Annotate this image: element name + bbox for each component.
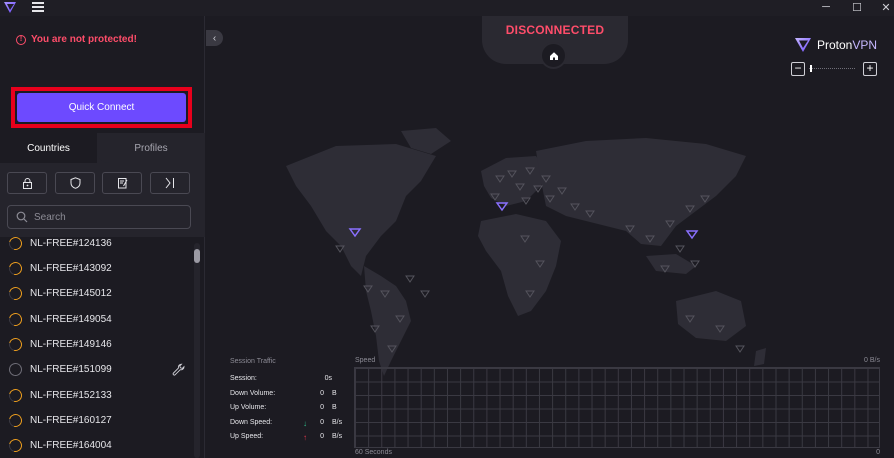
zoom-slider-thumb[interactable]	[810, 65, 812, 72]
zoom-out-button[interactable]: −	[791, 62, 805, 76]
chevron-left-icon: ‹	[212, 32, 217, 44]
split-tunnel-filter-button[interactable]	[150, 172, 190, 194]
up-arrow-icon: ↑	[303, 433, 307, 442]
server-name: NL-FREE#124136	[30, 238, 112, 249]
server-name: NL-FREE#152133	[30, 390, 112, 401]
traffic-unit: B/s	[332, 419, 343, 426]
traffic-unit: B	[332, 390, 337, 397]
tab-countries[interactable]: Countries	[0, 133, 97, 163]
server-row[interactable]: NL-FREE#124136	[0, 231, 193, 256]
traffic-label: Down Speed:	[230, 419, 273, 426]
traffic-unit: B	[332, 404, 337, 411]
wrench-icon	[172, 363, 185, 376]
scrollbar-thumb[interactable]	[194, 249, 200, 263]
server-load-icon	[6, 360, 25, 379]
server-name: NL-FREE#149054	[30, 314, 112, 325]
server-row[interactable]: NL-FREE#143092	[0, 256, 193, 281]
server-load-icon	[6, 284, 25, 303]
home-button[interactable]	[540, 42, 567, 69]
server-name: NL-FREE#151099	[30, 364, 112, 375]
tab-bar: Countries Profiles	[0, 133, 205, 163]
server-load-icon	[6, 259, 25, 278]
warning-text: You are not protected!	[31, 34, 137, 45]
world-map[interactable]	[246, 126, 806, 386]
brand: ProtonVPN	[794, 37, 877, 53]
server-list-scrollbar[interactable]	[194, 243, 200, 458]
server-load-icon	[6, 310, 25, 329]
speed-chart-axis-left: 60 Seconds	[355, 449, 392, 456]
filter-bar	[0, 163, 205, 203]
down-arrow-icon: ↓	[303, 419, 307, 428]
server-row[interactable]: NL-FREE#149146	[0, 332, 193, 357]
protonvpn-logo-icon	[795, 38, 811, 52]
traffic-row-up-volume: Up Volume: 0 B	[230, 404, 350, 416]
speed-chart-grid	[354, 367, 880, 448]
maximize-button[interactable]: ☐	[843, 0, 871, 14]
traffic-value: 0	[320, 433, 324, 440]
server-name: NL-FREE#149146	[30, 339, 112, 350]
netshield-filter-button[interactable]	[55, 172, 95, 194]
server-list: NL-FREE#124136 NL-FREE#143092 NL-FREE#14…	[0, 226, 193, 458]
protection-warning: ! You are not protected!	[16, 34, 137, 45]
server-load-icon	[6, 335, 25, 354]
search-icon	[16, 211, 28, 223]
tab-profiles[interactable]: Profiles	[97, 133, 205, 163]
traffic-row-up-speed: Up Speed: ↑ 0 B/s	[230, 433, 350, 445]
map-view: ‹ DISCONNECTED ProtonVPN − + Session Tra…	[206, 16, 894, 458]
server-name: NL-FREE#160127	[30, 415, 112, 426]
minimize-button[interactable]: ─	[812, 0, 840, 14]
traffic-value: 0s	[324, 375, 332, 382]
traffic-label: Session:	[230, 375, 257, 382]
search-input[interactable]	[34, 211, 184, 223]
server-name: NL-FREE#143092	[30, 263, 112, 274]
server-load-icon	[6, 386, 25, 405]
server-load-icon	[6, 436, 25, 455]
traffic-value: 0	[320, 419, 324, 426]
menu-icon[interactable]	[32, 2, 44, 13]
zoom-in-button[interactable]: +	[863, 62, 877, 76]
server-load-icon	[6, 234, 25, 253]
traffic-label: Up Speed:	[230, 433, 264, 440]
traffic-label: Down Volume:	[230, 390, 276, 397]
traffic-row-down-volume: Down Volume: 0 B	[230, 390, 350, 402]
server-name: NL-FREE#145012	[30, 288, 112, 299]
collapse-sidebar-button[interactable]: ‹	[206, 30, 223, 46]
shield-icon	[70, 177, 80, 189]
session-traffic-panel: Session Traffic Session: 0s Down Volume:…	[230, 354, 890, 458]
server-row[interactable]: NL-FREE#149054	[0, 307, 193, 332]
split-tunnel-icon	[165, 177, 174, 189]
server-row[interactable]: NL-FREE#151099	[0, 357, 193, 382]
home-icon	[549, 51, 558, 60]
quick-connect-button[interactable]: Quick Connect	[17, 93, 186, 122]
brand-name: ProtonVPN	[817, 38, 878, 52]
protonvpn-logo-icon	[4, 2, 16, 13]
session-traffic-title: Session Traffic	[230, 358, 276, 365]
speed-chart-max: 0 B/s	[864, 357, 880, 364]
zoom-control: − +	[791, 62, 879, 76]
speed-chart-label: Speed	[355, 357, 376, 364]
speed-chart-axis-right: 0	[876, 449, 880, 456]
exclamation-circle-icon: !	[16, 34, 26, 45]
server-row[interactable]: NL-FREE#164004	[0, 433, 193, 458]
server-name: NL-FREE#164004	[30, 440, 112, 451]
server-row[interactable]: NL-FREE#152133	[0, 383, 193, 408]
traffic-row-session: Session: 0s	[230, 375, 350, 387]
quick-connect-highlight: Quick Connect	[11, 87, 192, 128]
traffic-label: Up Volume:	[230, 404, 267, 411]
traffic-row-down-speed: Down Speed: ↓ 0 B/s	[230, 419, 350, 431]
traffic-unit: B/s	[332, 433, 343, 440]
secure-core-filter-button[interactable]	[7, 172, 47, 194]
title-bar: ─ ☐ ✕	[0, 0, 894, 16]
close-button[interactable]: ✕	[872, 0, 894, 14]
lock-icon	[22, 177, 32, 189]
p2p-filter-button[interactable]	[102, 172, 142, 194]
notepad-icon	[117, 178, 127, 189]
server-row[interactable]: NL-FREE#145012	[0, 281, 193, 306]
traffic-value: 0	[320, 390, 324, 397]
server-load-icon	[6, 411, 25, 430]
zoom-track	[809, 68, 855, 69]
traffic-value: 0	[320, 404, 324, 411]
server-row[interactable]: NL-FREE#160127	[0, 408, 193, 433]
connection-status: DISCONNECTED	[505, 23, 605, 37]
